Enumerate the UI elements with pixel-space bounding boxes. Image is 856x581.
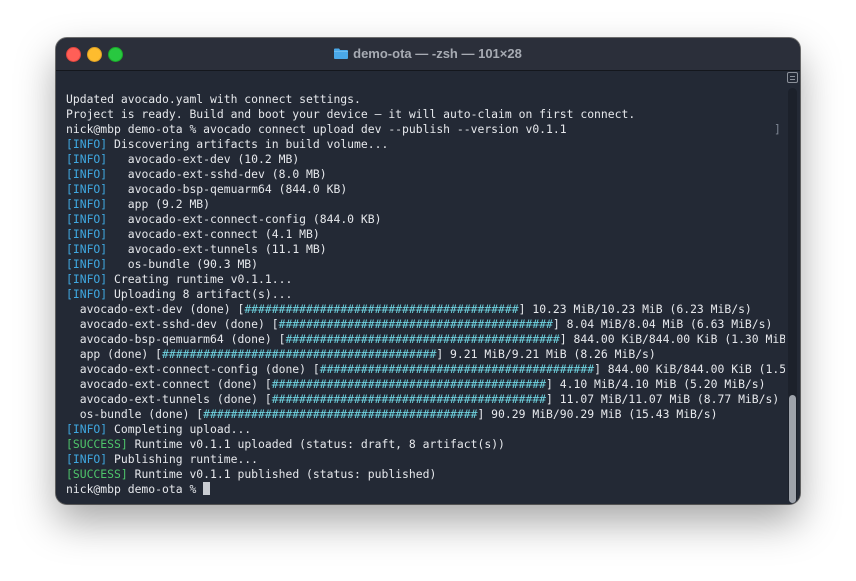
progress-bar: ######################################## [271,377,547,391]
line-text: avocado-bsp-qemuarm64 (844.0 KB) [107,182,348,196]
terminal-line: [SUCCESS] Runtime v0.1.1 published (stat… [66,467,774,482]
line-text: avocado-ext-dev (10.2 MB) [107,152,300,166]
line-text: Uploading 8 artifact(s)... [107,287,293,301]
scrollbar[interactable] [785,71,800,504]
scroll-thumb[interactable] [789,395,796,503]
line-text: ] 9.21 MiB/9.21 MiB (8.26 MiB/s) [436,347,656,361]
line-text: avocado-ext-sshd-dev (8.0 MB) [107,167,327,181]
line-text: app (9.2 MB) [107,197,211,211]
info-tag: [INFO] [66,422,108,436]
terminal-line: avocado-ext-connect (done) [############… [66,377,774,392]
line-text: avocado-ext-connect (done) [ [66,377,272,391]
line-text: os-bundle (done) [ [66,407,204,421]
line-text: ] 11.07 MiB/11.07 MiB (8.77 MiB/s) [546,392,780,406]
terminal-line: [INFO] Creating runtime v0.1.1... [66,272,774,287]
progress-bar: ######################################## [278,317,553,331]
line-text: Runtime v0.1.1 uploaded (status: draft, … [127,437,505,451]
terminal-line: [INFO] app (9.2 MB) [66,197,774,212]
line-text: ] 844.00 KiB/844.00 KiB (1.53 MiB/s) [594,362,800,376]
success-tag: [SUCCESS] [66,467,128,481]
terminal-line: [INFO] os-bundle (90.3 MB) [66,257,774,272]
terminal-line: app (done) [############################… [66,347,774,362]
terminal-line: avocado-ext-dev (done) [################… [66,302,774,317]
progress-bar: ######################################## [319,362,595,376]
line-text: Project is ready. Build and boot your de… [66,107,636,121]
line-text: avocado-ext-connect-config (844.0 KB) [107,212,382,226]
terminal-line: avocado-bsp-qemuarm64 (done) [##########… [66,332,800,347]
line-text: os-bundle (90.3 MB) [107,257,259,271]
terminal-content[interactable]: Updated avocado.yaml with connect settin… [56,71,800,504]
terminal-line: nick@mbp demo-ota % avocado connect uplo… [66,122,781,137]
terminal-line: [INFO] avocado-bsp-qemuarm64 (844.0 KB) [66,182,774,197]
terminal-line: Project is ready. Build and boot your de… [66,107,774,122]
terminal-line: avocado-ext-connect-config (done) [#####… [66,362,800,377]
info-tag: [INFO] [66,167,108,181]
line-text: nick@mbp demo-ota % avocado connect uplo… [66,122,567,136]
title-bar[interactable]: demo-ota — -zsh — 101×28 [56,38,800,71]
terminal-window: demo-ota — -zsh — 101×28 Updated avocado… [56,38,800,504]
info-tag: [INFO] [66,197,108,211]
terminal-line: [INFO] avocado-ext-connect-config (844.0… [66,212,774,227]
terminal-line: os-bundle (done) [######################… [66,407,774,422]
terminal-line: Updated avocado.yaml with connect settin… [66,92,774,107]
info-tag: [INFO] [66,272,108,286]
progress-bar: ######################################## [244,302,519,316]
terminal-line: [INFO] avocado-ext-dev (10.2 MB) [66,152,774,167]
folder-icon [334,48,349,59]
list-icon[interactable] [787,72,798,83]
info-tag: [INFO] [66,287,108,301]
info-tag: [INFO] [66,182,108,196]
line-text: avocado-ext-tunnels (done) [ [66,392,272,406]
info-tag: [INFO] [66,257,108,271]
terminal-line: [INFO] Discovering artifacts in build vo… [66,137,774,152]
info-tag: [INFO] [66,452,108,466]
line-text: ] 90.29 MiB/90.29 MiB (15.43 MiB/s) [477,407,718,421]
info-tag: [INFO] [66,137,108,151]
terminal-output[interactable]: Updated avocado.yaml with connect settin… [66,92,800,497]
line-text: Discovering artifacts in build volume... [107,137,389,151]
line-text: nick@mbp demo-ota % [66,482,204,496]
terminal-line: [INFO] Completing upload... [66,422,774,437]
line-text: app (done) [ [66,347,163,361]
line-text: ] 10.23 MiB/10.23 MiB (6.23 MiB/s) [518,302,752,316]
line-text: avocado-ext-connect (4.1 MB) [107,227,320,241]
window-title: demo-ota — -zsh — 101×28 [56,46,800,61]
info-tag: [INFO] [66,227,108,241]
terminal-line: nick@mbp demo-ota % [66,482,774,497]
info-tag: [INFO] [66,212,108,226]
terminal-line: avocado-ext-tunnels (done) [############… [66,392,780,407]
line-text: Runtime v0.1.1 published (status: publis… [127,467,437,481]
progress-bar: ######################################## [162,347,437,361]
line-text: ] 844.00 KiB/844.00 KiB (1.30 MiB/s) [559,332,800,346]
trailing-bracket: ] [774,122,781,136]
terminal-line: [INFO] Publishing runtime... [66,452,774,467]
line-text: ] 8.04 MiB/8.04 MiB (6.63 MiB/s) [552,317,773,331]
terminal-line: [INFO] avocado-ext-connect (4.1 MB) [66,227,774,242]
progress-bar: ######################################## [271,392,547,406]
line-text: avocado-ext-connect-config (done) [ [66,362,320,376]
terminal-line: [SUCCESS] Runtime v0.1.1 uploaded (statu… [66,437,774,452]
line-text: Updated avocado.yaml with connect settin… [66,92,361,106]
text-cursor[interactable] [203,482,211,495]
info-tag: [INFO] [66,242,108,256]
window-title-text: demo-ota — -zsh — 101×28 [353,46,522,61]
line-text: ] 4.10 MiB/4.10 MiB (5.20 MiB/s) [546,377,766,391]
progress-bar: ######################################## [203,407,478,421]
line-text: avocado-ext-sshd-dev (done) [ [66,317,279,331]
line-text: avocado-ext-dev (done) [ [66,302,245,316]
info-tag: [INFO] [66,152,108,166]
terminal-line: [INFO] Uploading 8 artifact(s)... [66,287,774,302]
terminal-line: [INFO] avocado-ext-sshd-dev (8.0 MB) [66,167,774,182]
terminal-line: avocado-ext-sshd-dev (done) [###########… [66,317,774,332]
line-text: Creating runtime v0.1.1... [107,272,293,286]
success-tag: [SUCCESS] [66,437,128,451]
line-text: Publishing runtime... [107,452,259,466]
line-text: avocado-bsp-qemuarm64 (done) [ [66,332,286,346]
progress-bar: ######################################## [285,332,560,346]
line-text: avocado-ext-tunnels (11.1 MB) [107,242,327,256]
terminal-line: [INFO] avocado-ext-tunnels (11.1 MB) [66,242,774,257]
line-text: Completing upload... [107,422,252,436]
